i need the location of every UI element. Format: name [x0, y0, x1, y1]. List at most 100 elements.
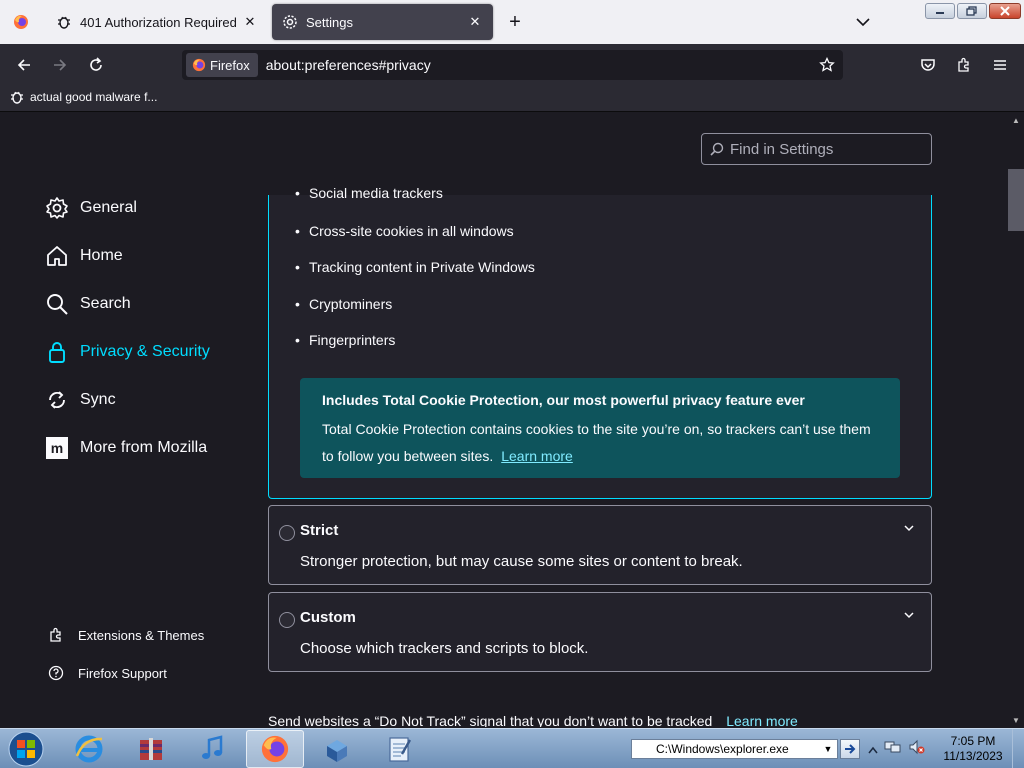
sidebar-item-label: More from Mozilla	[80, 439, 208, 456]
taskbar-notepad[interactable]	[370, 730, 428, 768]
taskbar-clock[interactable]: 7:05 PM 11/13/2023	[936, 734, 1010, 764]
reload-button[interactable]	[84, 53, 108, 77]
url-bar[interactable]: Firefox about:preferences#privacy	[182, 50, 843, 80]
lock-icon	[44, 339, 70, 365]
window-controls	[925, 3, 1021, 19]
bookmark-label: actual good malware f...	[30, 90, 158, 104]
network-icon[interactable]	[884, 739, 902, 760]
address-go-button[interactable]	[840, 739, 860, 759]
sidebar-item-privacy-security[interactable]: Privacy & Security	[44, 339, 210, 365]
search-icon	[710, 142, 724, 156]
identity-box[interactable]: Firefox	[186, 53, 258, 77]
total-cookie-protection-callout: Includes Total Cookie Protection, our mo…	[300, 378, 900, 478]
list-all-tabs-button[interactable]	[853, 12, 873, 32]
sidebar-item-home[interactable]: Home	[44, 243, 123, 269]
tab-401[interactable]: 401 Authorization Required ✕	[46, 4, 268, 40]
sidebar-item-general[interactable]: General	[44, 195, 137, 221]
taskbar-music-app[interactable]	[184, 730, 242, 768]
settings-page: Find in Settings General Home Search Pri…	[0, 113, 1008, 727]
archive-icon	[140, 738, 162, 760]
bookmark-star-icon[interactable]	[815, 53, 839, 77]
strict-radio[interactable]	[279, 525, 295, 541]
sidebar-link-label: Firefox Support	[78, 665, 167, 681]
forward-button[interactable]	[48, 53, 72, 77]
show-desktop-button[interactable]	[1012, 729, 1024, 768]
scroll-up-icon[interactable]: ▲	[1011, 115, 1021, 125]
dnt-learn-more-link[interactable]: Learn more	[726, 713, 798, 727]
minimize-button[interactable]	[925, 3, 955, 19]
dropdown-arrow-icon[interactable]: ▼	[821, 741, 835, 757]
standard-protection-details: Social media trackers Cross-site cookies…	[268, 185, 932, 499]
close-window-button[interactable]	[989, 3, 1021, 19]
custom-protection-option[interactable]: Custom Choose which trackers and scripts…	[268, 592, 932, 672]
windows-logo-icon	[8, 731, 44, 767]
sidebar-item-label: Sync	[80, 391, 116, 408]
bug-icon	[56, 14, 72, 30]
close-tab-icon[interactable]: ✕	[242, 14, 258, 30]
show-hidden-icons-icon[interactable]	[868, 741, 878, 759]
search-icon	[44, 291, 70, 317]
taskbar-internet-explorer[interactable]	[60, 730, 118, 768]
tab-settings[interactable]: Settings ✕	[272, 4, 493, 40]
taskbar-archive-app[interactable]	[122, 730, 180, 768]
option-description: Choose which trackers and scripts to blo…	[300, 640, 589, 657]
chevron-down-icon[interactable]	[901, 520, 917, 536]
app-menu-button[interactable]	[988, 53, 1012, 77]
pocket-button[interactable]	[916, 53, 940, 77]
address-toolbar-input[interactable]: C:\Windows\explorer.exe ▼	[631, 739, 838, 759]
bookmark-item[interactable]: actual good malware f...	[10, 90, 157, 104]
volume-muted-icon[interactable]	[908, 739, 926, 760]
firefox-view-button[interactable]	[0, 0, 42, 44]
strict-protection-option[interactable]: Strict Stronger protection, but may caus…	[268, 505, 932, 585]
arrow-right-icon	[54, 59, 67, 71]
list-item: Fingerprinters	[295, 332, 395, 348]
hamburger-menu-icon	[994, 60, 1006, 70]
chevron-down-icon[interactable]	[901, 607, 917, 623]
music-note-icon	[202, 735, 223, 759]
scrollbar-thumb[interactable]	[1008, 169, 1024, 231]
new-tab-button[interactable]: +	[503, 10, 527, 34]
option-title: Custom	[300, 609, 356, 626]
close-icon	[1000, 6, 1010, 16]
restore-button[interactable]	[957, 3, 987, 19]
tab-title: Settings	[306, 14, 353, 30]
sidebar-item-label: Home	[80, 247, 123, 264]
sidebar-link-extensions-themes[interactable]: Extensions & Themes	[48, 627, 204, 643]
minimize-icon	[936, 12, 944, 14]
tcp-learn-more-link[interactable]: Learn more	[501, 448, 573, 464]
url-text[interactable]: about:preferences#privacy	[266, 57, 815, 73]
firefox-icon	[14, 15, 28, 29]
sidebar-link-firefox-support[interactable]: Firefox Support	[48, 665, 167, 681]
arrow-left-icon	[17, 59, 30, 71]
tcp-title: Includes Total Cookie Protection, our mo…	[322, 392, 805, 408]
list-item: Cross-site cookies in all windows	[295, 223, 514, 239]
back-button[interactable]	[12, 53, 36, 77]
start-button[interactable]	[6, 730, 46, 768]
find-in-settings-input[interactable]: Find in Settings	[701, 133, 932, 165]
home-icon	[44, 243, 70, 269]
internet-explorer-icon	[75, 735, 103, 763]
scroll-down-icon[interactable]: ▼	[1011, 715, 1021, 725]
notepad-icon	[389, 737, 412, 762]
option-description: Stronger protection, but may cause some …	[300, 553, 743, 570]
virtual-machine-icon	[327, 740, 347, 762]
identity-label: Firefox	[210, 57, 250, 73]
taskbar-virtualbox[interactable]	[308, 730, 366, 768]
custom-radio[interactable]	[279, 612, 295, 628]
restore-icon	[966, 6, 977, 16]
sidebar-item-label: Privacy & Security	[80, 343, 210, 360]
close-tab-icon[interactable]: ✕	[467, 14, 483, 30]
arrow-right-icon	[845, 744, 856, 754]
dnt-label: Send websites a “Do Not Track” signal th…	[268, 713, 713, 727]
sidebar-item-sync[interactable]: Sync	[44, 387, 116, 413]
system-tray	[868, 739, 926, 760]
address-toolbar-value: C:\Windows\explorer.exe	[656, 742, 789, 756]
firefox-icon	[261, 735, 289, 763]
sidebar-item-more-from-mozilla[interactable]: m More from Mozilla	[44, 435, 207, 461]
taskbar-firefox[interactable]	[246, 730, 304, 768]
puzzle-icon	[958, 57, 969, 72]
firefox-icon	[192, 58, 206, 72]
sidebar-item-search[interactable]: Search	[44, 291, 131, 317]
vertical-scrollbar[interactable]: ▲ ▼	[1008, 113, 1024, 727]
extensions-button[interactable]	[952, 53, 976, 77]
